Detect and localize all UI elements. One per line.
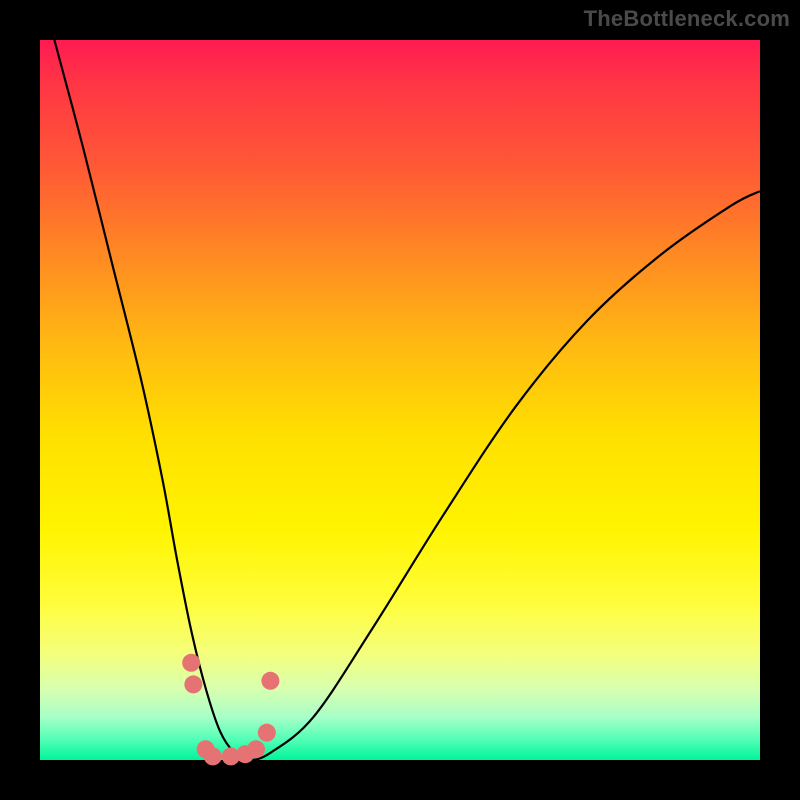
chart-frame: TheBottleneck.com [0,0,800,800]
scatter-dot [258,724,276,742]
scatter-dot [182,654,200,672]
bottleneck-curve [54,40,760,760]
chart-svg [40,40,760,760]
curve-layer [54,40,760,760]
watermark-text: TheBottleneck.com [584,6,790,32]
scatter-dot [204,747,222,765]
scatter-layer [182,654,279,766]
scatter-dot [184,675,202,693]
scatter-dot [247,740,265,758]
scatter-dot [261,672,279,690]
